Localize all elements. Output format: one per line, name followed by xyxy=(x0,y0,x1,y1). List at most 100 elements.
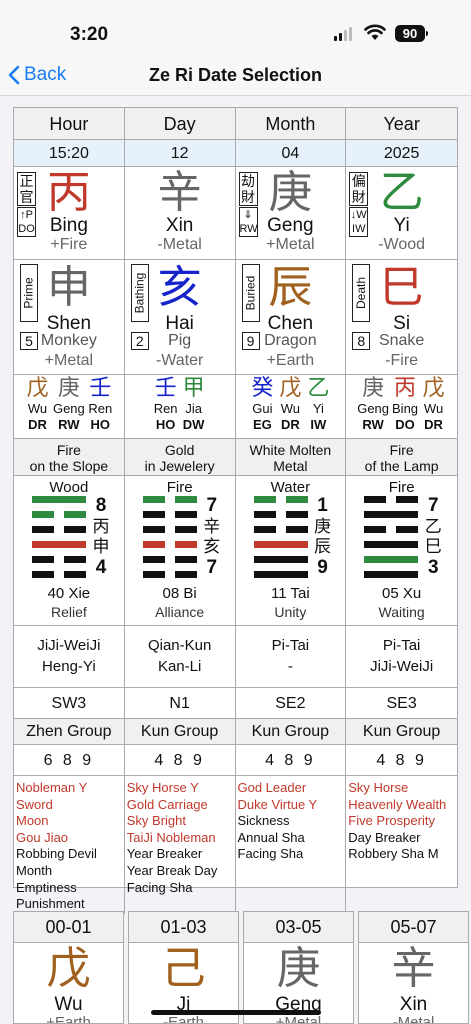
pillars-table: Hour Day Month Year 15:20 12 04 2025 正官 ↑P DO 丙 Bing… xyxy=(13,107,458,914)
stem-pinyin: Yi xyxy=(393,215,410,236)
hour-tile[interactable]: 00-01 戊 Wu +Earth xyxy=(13,911,124,1024)
heavenly-stem-row: 正官 ↑P DO 丙 Bing +Fire 辛 Xin -Metal 劫財 ⇓ RW 庚 Geng +Met… xyxy=(14,167,457,260)
stem-cell[interactable]: 正官 ↑P DO 丙 Bing +Fire xyxy=(14,167,125,259)
hexagram-meaning: Waiting xyxy=(378,604,425,620)
hidden-stems-cell: 庚 Geng RW 丙 Bing DO 戊 Wu DR xyxy=(346,375,457,438)
hour-stem-element: -Earth xyxy=(163,1014,204,1024)
hexagram-cell[interactable]: Wood 8 丙申 4 40 Xie Relief xyxy=(14,476,125,625)
hexagram-stem-char: 庚 xyxy=(314,516,331,537)
sequence-line-1: Pi-Tai xyxy=(382,637,421,654)
nayin-line-1: Gold xyxy=(164,442,195,458)
home-indicator[interactable] xyxy=(151,1010,321,1015)
hidden-stem-god: DO xyxy=(395,417,415,432)
nayin-line-1: Fire xyxy=(389,442,414,458)
hidden-stem-pinyin: Wu xyxy=(280,401,300,416)
star-item: Gou Jiao xyxy=(16,829,69,845)
hexagram-top-number: 8 xyxy=(95,495,107,516)
star-item: Duke Virtue Y xyxy=(237,796,318,812)
sequence-line-2: Heng-Yi xyxy=(42,658,96,675)
pillar-header: Hour xyxy=(14,108,125,139)
hour-stem-element: +Earth xyxy=(46,1014,91,1024)
hexagram-top-number: 7 xyxy=(206,495,218,516)
hexagram-line xyxy=(32,541,86,548)
group-row: Zhen Group Kun Group Kun Group Kun Group xyxy=(14,719,457,745)
hexagram-cell[interactable]: Fire 7 乙巳 3 05 Xu Waiting xyxy=(346,476,457,625)
hexagram-branch-char: 巳 xyxy=(424,537,442,557)
pillar-header-row: Hour Day Month Year xyxy=(14,108,457,140)
hour-tile[interactable]: 03-05 庚 Geng +Metal xyxy=(243,911,354,1024)
hidden-stem-char: 壬 xyxy=(154,376,177,401)
star-item: Day Breaker xyxy=(348,829,421,845)
hexagram-line xyxy=(253,496,308,503)
star-item: Sword xyxy=(16,796,53,812)
branch-cell[interactable]: Buried 9 辰 Chen Dragon +Earth xyxy=(236,260,347,374)
stem-element: -Metal xyxy=(157,236,202,253)
hexagram-lines xyxy=(253,496,308,578)
hidden-stem-god: DR xyxy=(280,417,300,432)
hexagram-line xyxy=(142,526,197,533)
hidden-stems: 戊 Wu DR 庚 Geng RW 壬 Ren HO xyxy=(14,375,124,433)
hour-tile[interactable]: 05-07 辛 Xin -Metal xyxy=(358,911,469,1024)
nayin-line-1: White Molten xyxy=(249,442,332,458)
hexagram-stem-char: 乙 xyxy=(424,516,442,537)
wifi-icon xyxy=(364,24,386,40)
stem-element: +Fire xyxy=(50,236,88,253)
hexagram-cell[interactable]: Fire 7 辛亥 7 08 Bi Alliance xyxy=(125,476,236,625)
hidden-stem: 戊 Wu DR xyxy=(25,376,50,433)
hexagram-name: 40 Xie xyxy=(47,585,91,602)
pillar-value: 04 xyxy=(236,140,347,166)
hexagram-stem-char: 丙 xyxy=(92,516,110,537)
stem-cell[interactable]: 偏財 ↓W IW 乙 Yi -Wood xyxy=(346,167,457,259)
hexagram-line xyxy=(253,571,308,578)
hexagram-line xyxy=(364,571,419,578)
hidden-stem-god: RW xyxy=(362,417,384,432)
hexagram-branch-char: 申 xyxy=(92,537,110,557)
hidden-stem-pinyin: Jia xyxy=(185,401,202,416)
hexagram-line xyxy=(364,556,419,563)
branch-cell[interactable]: Prime 5 申 Shen Monkey +Metal xyxy=(14,260,125,374)
branch-animal: Snake xyxy=(378,332,425,349)
hour-pillars-strip[interactable]: 00-01 戊 Wu +Earth 01-03 己 Ji -Earth 03-05 庚 Geng +M… xyxy=(13,911,471,1024)
hexagram-line xyxy=(364,541,419,548)
hidden-stem: 壬 Ren HO xyxy=(153,376,178,433)
hexagram-line xyxy=(253,511,308,518)
hexagram-line xyxy=(32,511,86,518)
hour-tile[interactable]: 01-03 己 Ji -Earth xyxy=(128,911,239,1024)
hexagram-name: 08 Bi xyxy=(162,585,197,602)
stem-element: +Metal xyxy=(266,236,315,253)
branch-char: 巳 xyxy=(379,262,424,313)
hexagram-element: Fire xyxy=(166,479,193,496)
hexagram-stem-char: 辛 xyxy=(203,516,221,537)
nayin-cell: Fire of the Lamp xyxy=(346,439,457,475)
branch-cell[interactable]: Bathing 2 亥 Hai Pig -Water xyxy=(125,260,236,374)
hexagram-bottom-number: 4 xyxy=(95,556,107,578)
page-title: Ze Ri Date Selection xyxy=(148,65,323,85)
branch-cell[interactable]: Death 8 巳 Si Snake -Fire xyxy=(346,260,457,374)
hidden-stem-pinyin: Ren xyxy=(153,401,178,416)
hidden-stem: 癸 Gui EG xyxy=(250,376,275,433)
star-item: Year Breaker xyxy=(126,846,203,862)
nayin-line-2: Metal xyxy=(273,458,308,474)
branch-char: 亥 xyxy=(157,262,202,313)
hexagram-cell[interactable]: Water 1 庚辰 9 11 Tai Unity xyxy=(236,476,347,625)
sequence-cell: Pi-Tai - xyxy=(236,626,347,687)
hexagram-line xyxy=(32,556,86,563)
hexagram-line xyxy=(142,496,197,503)
stem-cell[interactable]: 辛 Xin -Metal xyxy=(125,167,236,259)
nayin-line-2: in Jewelery xyxy=(144,458,215,474)
pillar-value: 15:20 xyxy=(14,140,125,166)
branch-animal: Dragon xyxy=(264,332,317,349)
stem-element: -Wood xyxy=(378,236,426,253)
hour-stem-char: 辛 xyxy=(391,943,436,994)
star-item: Sickness xyxy=(237,813,290,829)
hour-stem-char: 戊 xyxy=(46,943,91,994)
hexagram-meaning: Alliance xyxy=(155,604,205,620)
hexagram-name: 11 Tai xyxy=(271,585,310,602)
direction-cell: SE2 xyxy=(236,688,347,718)
hidden-stem: 乙 Yi IW xyxy=(306,376,331,433)
hidden-stem-god: DW xyxy=(182,417,205,432)
hidden-stem-god: RW xyxy=(58,417,80,432)
stem-cell[interactable]: 劫財 ⇓ RW 庚 Geng +Metal xyxy=(236,167,347,259)
branch-element: -Water xyxy=(155,352,204,369)
nayin-line-2: of the Lamp xyxy=(364,458,439,474)
